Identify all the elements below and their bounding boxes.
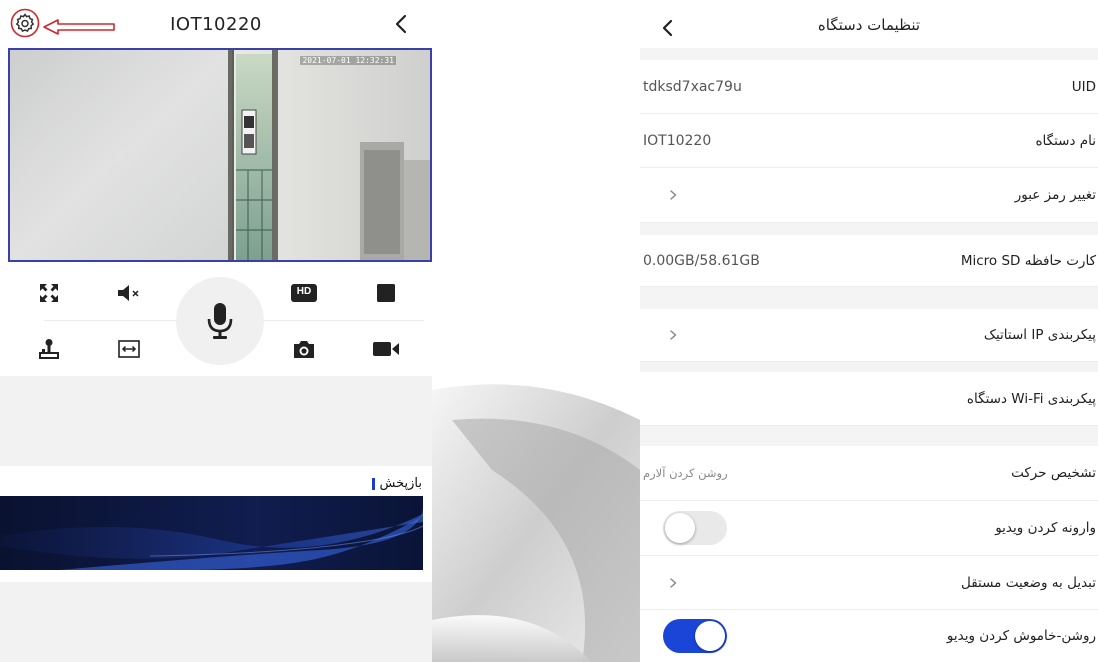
- device-name-label: نام دستگاه: [1035, 132, 1096, 149]
- standalone-mode-label: تبدیل به وضعیت مستقل: [961, 574, 1096, 591]
- chevron-right-icon: [670, 190, 677, 200]
- back-button[interactable]: [388, 10, 416, 38]
- row-video-onoff: روشن-خاموش کردن ویدیو: [640, 610, 1098, 662]
- timeline-background-image: [0, 496, 423, 570]
- row-motion-detection[interactable]: روشن کردن آلارم تشخیص حرکت: [640, 446, 1098, 501]
- device-name-value: IOT10220: [643, 132, 712, 149]
- ptz-button[interactable]: [32, 332, 66, 366]
- uid-label: UID: [1071, 78, 1096, 95]
- toggle-knob: [695, 621, 725, 651]
- chevron-right-icon: [670, 577, 677, 588]
- section-gap: [640, 362, 1098, 372]
- device-settings-screen: تنظیمات دستگاه tdksd7xac79u UID IOT10220…: [640, 0, 1098, 662]
- hd-label: HD: [296, 286, 312, 297]
- empty-area: [0, 376, 432, 466]
- sd-card-label: کارت حافظه Micro SD: [960, 252, 1096, 269]
- change-password-label: تغییر رمز عبور: [1014, 187, 1096, 203]
- row-uid: tdksd7xac79u UID: [640, 60, 1098, 114]
- row-standalone-mode[interactable]: تبدیل به وضعیت مستقل: [640, 556, 1098, 610]
- flip-video-toggle[interactable]: [663, 511, 727, 545]
- fullscreen-icon: [40, 284, 58, 302]
- section-gap: [640, 426, 1098, 446]
- settings-header: تنظیمات دستگاه: [640, 0, 1098, 48]
- mute-button[interactable]: [112, 276, 146, 310]
- playback-marker: [371, 477, 375, 490]
- camera-icon: [294, 341, 314, 358]
- stretch-icon: [118, 340, 140, 358]
- video-onoff-toggle[interactable]: [663, 619, 727, 653]
- chevron-left-icon: [395, 14, 407, 34]
- record-video-icon: [373, 342, 399, 356]
- stop-button[interactable]: [369, 276, 403, 310]
- row-static-ip[interactable]: پیکربندی IP استاتیک: [640, 309, 1098, 362]
- row-flip-video: وارونه کردن ویدیو: [640, 501, 1098, 556]
- speaker-mute-icon: [118, 285, 139, 301]
- decorative-swoosh: [432, 0, 640, 662]
- empty-area-bottom: [0, 582, 432, 662]
- record-button[interactable]: [369, 332, 403, 366]
- toggle-knob: [665, 513, 695, 543]
- chevron-right-icon: [670, 330, 677, 340]
- row-device-name[interactable]: IOT10220 نام دستگاه: [640, 114, 1098, 168]
- motion-detection-hint: روشن کردن آلارم: [643, 466, 728, 480]
- hd-button[interactable]: HD: [287, 276, 321, 310]
- fullscreen-button[interactable]: [32, 276, 66, 310]
- device-title: IOT10220: [170, 14, 262, 35]
- playback-timeline[interactable]: [0, 496, 423, 570]
- row-sd-card[interactable]: 0.00GB/58.61GB کارت حافظه Micro SD: [640, 235, 1098, 287]
- playback-section-title: بازپخش: [371, 476, 422, 491]
- flip-video-label: وارونه کردن ویدیو: [995, 520, 1096, 536]
- microphone-icon: [207, 303, 233, 339]
- live-view-header: IOT10220: [0, 0, 432, 48]
- camera-scene-image: [10, 50, 430, 260]
- live-video-feed[interactable]: 2021-07-01 12:32:31: [8, 48, 432, 262]
- talk-button[interactable]: [176, 277, 264, 365]
- stretch-button[interactable]: [112, 332, 146, 366]
- swoosh-graphic: [432, 384, 640, 662]
- row-change-password[interactable]: تغییر رمز عبور: [640, 168, 1098, 223]
- section-gap: [640, 223, 1098, 235]
- stop-icon: [377, 284, 395, 302]
- motion-detection-label: تشخیص حرکت: [1011, 465, 1096, 481]
- section-gap: [640, 48, 1098, 60]
- video-timestamp: 2021-07-01 12:32:31: [300, 56, 396, 65]
- sd-card-value: 0.00GB/58.61GB: [643, 252, 760, 269]
- wifi-config-label: پیکربندی Wi-Fi دستگاه: [966, 390, 1096, 407]
- playback-label: بازپخش: [379, 476, 422, 491]
- section-gap: [640, 287, 1098, 309]
- uid-value: tdksd7xac79u: [643, 78, 742, 95]
- snapshot-button[interactable]: [287, 332, 321, 366]
- row-wifi-config[interactable]: پیکربندی Wi-Fi دستگاه: [640, 372, 1098, 426]
- static-ip-label: پیکربندی IP استاتیک: [983, 327, 1096, 343]
- video-onoff-label: روشن-خاموش کردن ویدیو: [946, 628, 1096, 644]
- live-view-screen: IOT10220 2021-07-01 12:32:31 HD بازپخش: [0, 0, 432, 662]
- joystick-icon: [39, 339, 59, 359]
- settings-title: تنظیمات دستگاه: [817, 16, 921, 34]
